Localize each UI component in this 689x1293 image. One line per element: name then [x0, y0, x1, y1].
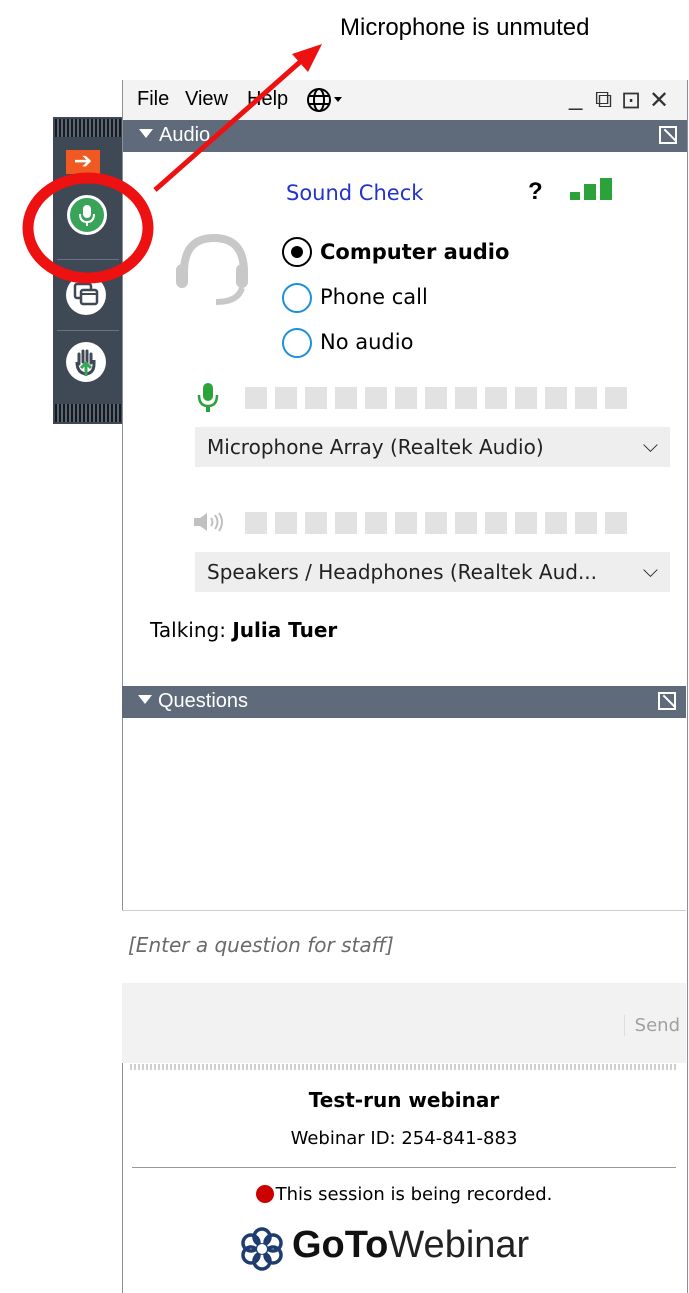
menu-help[interactable]: Help — [247, 88, 288, 111]
speaker-level-meter — [245, 512, 627, 534]
brand-light: Webinar — [388, 1224, 530, 1266]
mic-unmuted-button[interactable] — [67, 195, 107, 235]
webinar-id: Webinar ID: 254-841-883 — [290, 1128, 518, 1149]
questions-header-title: Questions — [158, 690, 249, 712]
talking-indicator: Talking: Julia Tuer — [150, 618, 337, 642]
signal-bar — [600, 178, 612, 200]
chevron-down-icon: ⌵ — [642, 558, 658, 582]
webinar-title: Test-run webinar — [308, 1088, 500, 1112]
talking-name: Julia Tuer — [232, 618, 338, 642]
collapse-triangle-icon — [138, 695, 152, 704]
minimize-button[interactable]: _ — [569, 84, 582, 112]
speaker-select-value: Speakers / Headphones (Realtek Aud... — [207, 560, 598, 584]
popout-pane-icon[interactable] — [658, 692, 676, 710]
footer-divider — [132, 1167, 676, 1168]
radio-phone-call[interactable] — [282, 283, 312, 313]
radio-no-audio[interactable] — [282, 328, 312, 358]
questions-section-header[interactable]: Questions — [122, 686, 686, 718]
grab-tab-bottom[interactable] — [55, 404, 121, 422]
collapse-triangle-icon — [139, 129, 153, 138]
menu-view[interactable]: View — [185, 88, 228, 111]
signal-bar — [584, 184, 596, 200]
control-panel: ➔ — [53, 117, 123, 424]
divider — [57, 259, 119, 260]
talking-label: Talking: — [150, 618, 226, 642]
speaker-select[interactable]: Speakers / Headphones (Realtek Aud... ⌵ — [195, 552, 670, 592]
radio-computer-audio[interactable] — [282, 237, 312, 267]
raise-hand-icon — [75, 349, 96, 376]
popout-pane-icon[interactable] — [659, 126, 677, 144]
resize-handle[interactable] — [130, 1064, 678, 1070]
brand-bold: GoTo — [292, 1224, 389, 1266]
mic-level-meter — [245, 387, 627, 409]
help-icon[interactable]: ? — [528, 178, 543, 206]
recording-notice-text: This session is being recorded. — [275, 1184, 553, 1205]
speaker-icon — [194, 512, 223, 532]
phone-call-label: Phone call — [320, 285, 428, 309]
callout-text: Microphone is unmuted — [340, 14, 590, 41]
gotowebinar-logo-icon — [241, 1227, 283, 1271]
sound-check-link[interactable]: Sound Check — [286, 181, 423, 205]
question-input[interactable]: [Enter a question for staff] — [122, 910, 686, 984]
chevron-down-icon: ⌵ — [642, 433, 658, 457]
microphone-select[interactable]: Microphone Array (Realtek Audio) ⌵ — [195, 427, 670, 467]
brand-wordmark: GoToWebinar — [292, 1224, 529, 1267]
computer-audio-label: Computer audio — [320, 240, 510, 264]
recording-notice: This session is being recorded. — [122, 1184, 686, 1205]
menu-file[interactable]: File — [137, 88, 169, 111]
microphone-select-value: Microphone Array (Realtek Audio) — [207, 435, 544, 459]
headset-icon — [176, 233, 248, 305]
expand-arrow-button[interactable]: ➔ — [66, 150, 100, 174]
divider — [57, 330, 119, 331]
microphone-icon — [79, 205, 95, 226]
menu-bar: File View Help _ ⧉ ⊡ ✕ — [123, 80, 687, 120]
grab-tab-top[interactable] — [55, 119, 121, 137]
screen-share-icon — [73, 282, 99, 306]
audio-section-header[interactable]: Audio — [123, 120, 687, 152]
annotation-arrowhead — [292, 44, 322, 72]
recording-dot-icon — [255, 1185, 274, 1203]
send-button[interactable]: Send — [623, 1015, 680, 1036]
close-button[interactable]: ✕ — [649, 86, 669, 115]
screen-share-button[interactable] — [66, 275, 106, 315]
restore-button[interactable]: ⊡ — [621, 86, 641, 115]
no-audio-label: No audio — [320, 330, 414, 354]
send-bar: Send — [122, 983, 686, 1063]
signal-bar — [570, 192, 580, 200]
question-input-placeholder: [Enter a question for staff] — [128, 933, 394, 957]
language-globe-icon[interactable] — [306, 86, 346, 114]
microphone-icon — [197, 383, 219, 412]
popout-button[interactable]: ⧉ — [595, 86, 612, 114]
raise-hand-button[interactable] — [66, 342, 106, 382]
audio-header-title: Audio — [159, 124, 211, 146]
